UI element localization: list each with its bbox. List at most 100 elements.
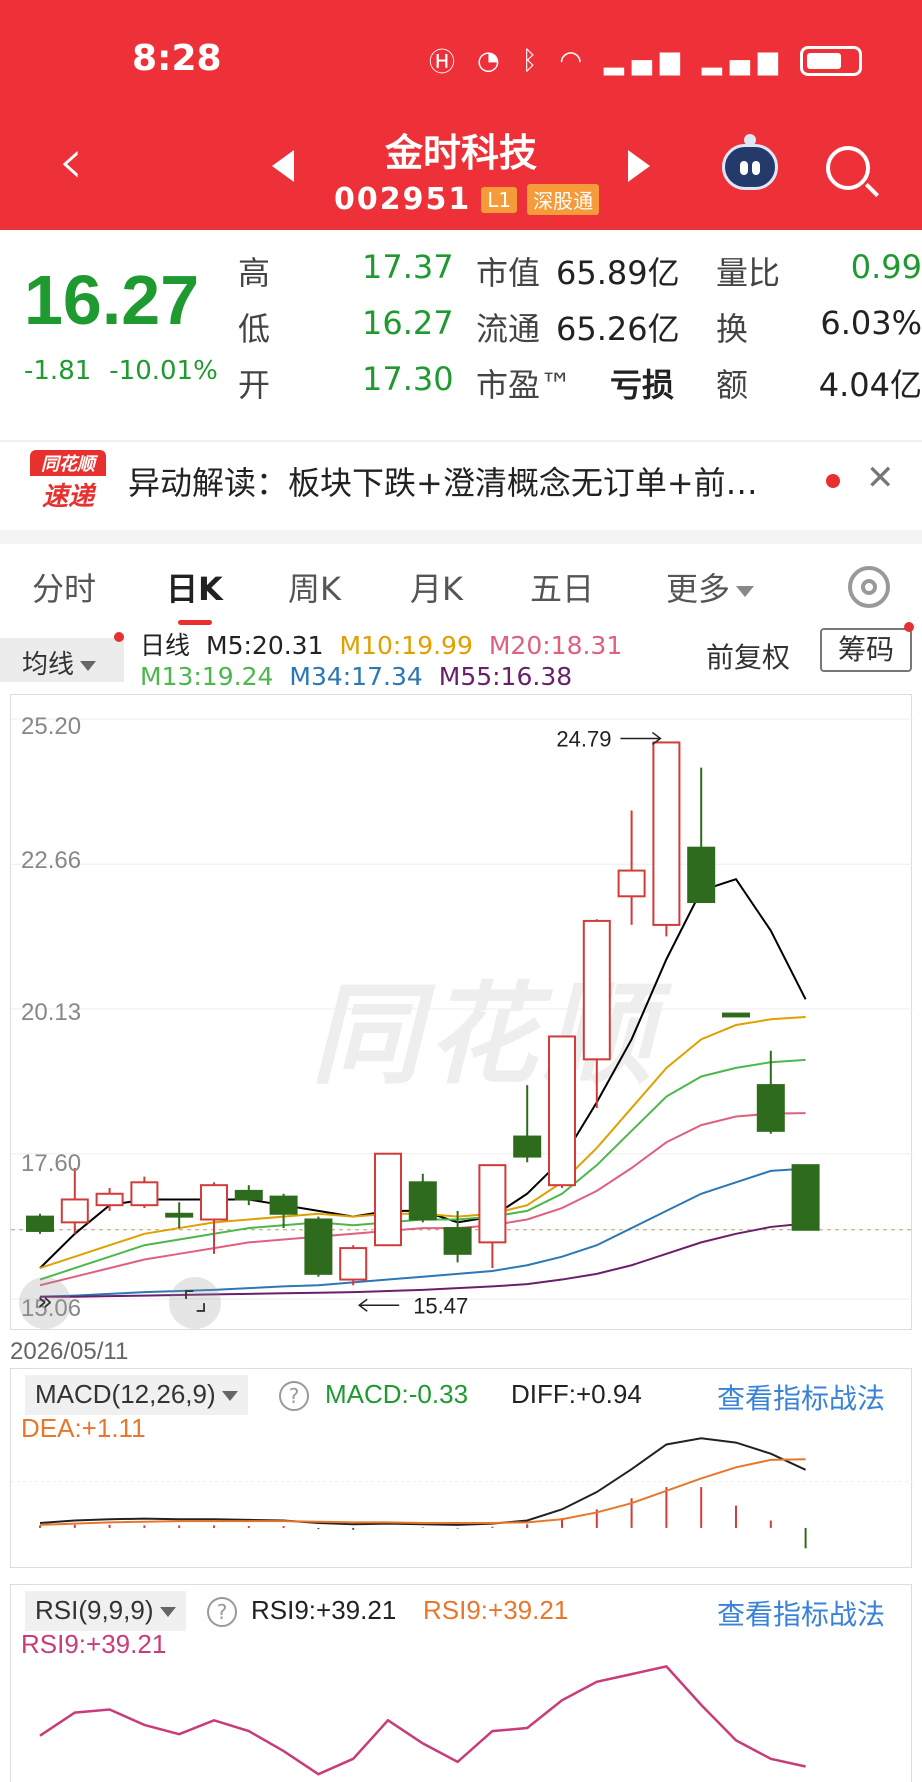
stock-subtitle: 002951 L1 深股通 — [334, 182, 600, 217]
candle-down — [791, 1164, 820, 1231]
macd-value: MACD:-0.33 — [325, 1379, 469, 1409]
candle-up — [582, 919, 611, 1061]
ma-line-m10 — [39, 1016, 806, 1270]
rsi-name: RSI(9,9,9) — [35, 1595, 154, 1625]
tab-daily-k[interactable]: 日K — [166, 564, 223, 610]
next-stock-button[interactable] — [628, 150, 650, 182]
amount-label: 额 — [716, 366, 749, 404]
ma-legend-row: 日线 M5:20.31 M10:19.99 M20:18.31 — [140, 626, 638, 662]
candle-up — [374, 1152, 402, 1247]
search-icon[interactable] — [826, 146, 870, 190]
news-logo-bottom: 速递 — [41, 482, 94, 512]
tab-five-day[interactable]: 五日 — [530, 564, 594, 610]
rsi-selector[interactable]: RSI(9,9,9) — [25, 1591, 186, 1631]
y-tick: 22.66 — [21, 847, 82, 874]
adjust-toggle[interactable]: 前复权 — [706, 636, 790, 676]
candle-up — [95, 1192, 124, 1207]
settings-icon[interactable] — [848, 566, 890, 608]
app-header: 8:28 Ⓗ ◔ ᛒ ◠ ▂▄▆ ▂▄▆ ‹ 金时科技 002951 L1 深股… — [0, 0, 922, 230]
tab-intraday[interactable]: 分时 — [32, 564, 96, 610]
high-value: 17.37 — [362, 248, 454, 286]
tab-more-label: 更多 — [666, 570, 731, 608]
y-tick: 20.13 — [21, 999, 82, 1026]
notify-dot — [904, 622, 914, 632]
help-icon[interactable]: ? — [279, 1381, 309, 1411]
float-value: 65.26亿 — [556, 310, 680, 348]
tab-weekly-k[interactable]: 周K — [288, 564, 341, 610]
chip-button[interactable]: 筹码 — [820, 628, 912, 672]
mcap-value: 65.89亿 — [556, 254, 680, 292]
ma55-value: M55:16.38 — [438, 662, 573, 691]
rsi-panel[interactable]: RSI(9,9,9) ? RSI9:+39.21 RSI9:+39.21 RSI… — [10, 1584, 912, 1782]
news-banner[interactable]: 同花顺 速递 异动解读：板块下跌+澄清概念无订单+前… ✕ — [0, 440, 922, 520]
ma20-value: M20:18.31 — [488, 631, 623, 660]
news-logo-top: 同花顺 — [30, 450, 106, 476]
candle-up — [130, 1181, 159, 1207]
y-tick: 17.60 — [21, 1150, 82, 1177]
change-percent: -10.01% — [109, 356, 218, 386]
news-logo: 同花顺 速递 — [30, 450, 106, 512]
quote-row: 高 17.37 市值 65.89亿 量比 0.99 — [238, 248, 922, 304]
fullscreen-button[interactable]: ⌜⌟ — [169, 1277, 221, 1329]
active-tab-indicator — [178, 620, 212, 625]
tab-more[interactable]: 更多 — [666, 564, 755, 610]
quote-grid[interactable]: 高 17.37 市值 65.89亿 量比 0.99 低 16.27 流通 65.… — [238, 248, 922, 416]
stock-name: 金时科技 — [384, 131, 537, 175]
macd-selector[interactable]: MACD(12,26,9) — [25, 1375, 248, 1415]
chart-date: 2026/05/11 — [10, 1338, 129, 1365]
notify-dot — [114, 632, 124, 642]
connect-tag: 深股通 — [527, 184, 600, 215]
quote-panel: 16.27 -1.81 -10.01% 高 17.37 市值 65.89亿 量比 … — [0, 232, 922, 432]
robot-assistant-icon[interactable] — [722, 144, 778, 190]
ma13-value: M13:19.24 — [140, 662, 274, 691]
ma-selector-button[interactable]: 均线 — [0, 638, 124, 682]
candle-down — [304, 1218, 333, 1275]
status-icons: Ⓗ ◔ ᛒ ◠ ▂▄▆ ▂▄▆ — [429, 42, 862, 79]
chevron-down-icon — [221, 1391, 238, 1402]
close-icon[interactable]: ✕ — [866, 458, 895, 498]
turnover-label: 换 — [716, 310, 749, 348]
y-tick: 25.20 — [21, 713, 82, 740]
candle-up — [60, 1198, 89, 1224]
macd-strategy-link[interactable]: 查看指标战法 — [717, 1377, 885, 1417]
candle-down — [443, 1227, 472, 1255]
help-icon[interactable]: ? — [207, 1597, 237, 1627]
candle-down — [756, 1084, 785, 1132]
level-tag: L1 — [481, 186, 518, 213]
bluetooth-icon: ᛒ — [521, 45, 546, 76]
4g-signal-icon: ▂▄▆ — [702, 45, 786, 76]
rsi-strategy-link[interactable]: 查看指标战法 — [717, 1593, 885, 1633]
quote-row: 开 17.30 市盈™ 亏损 额 4.04亿 — [238, 360, 922, 416]
candle-up — [652, 741, 681, 926]
candle-down — [234, 1189, 263, 1201]
candle-up — [617, 869, 646, 898]
candle-up — [548, 1035, 576, 1187]
news-text[interactable]: 异动解读：板块下跌+澄清概念无订单+前… — [128, 458, 758, 504]
kline-chart[interactable]: 同花顺 24.79 15.47 25.20 22.66 20.13 17.60 1… — [10, 694, 913, 1330]
daily-label: 日线 — [140, 631, 191, 660]
ma-selector-label: 均线 — [22, 650, 75, 680]
candle-down — [408, 1181, 437, 1221]
open-value: 17.30 — [362, 360, 454, 398]
tab-monthly-k[interactable]: 月K — [410, 564, 463, 610]
period-tabs: 分时 日K 周K 月K 五日 更多 — [0, 530, 922, 625]
speed-icon: ◔ — [477, 45, 508, 76]
turnover-value: 6.03% — [820, 304, 922, 342]
candle-down — [513, 1135, 542, 1158]
low-value: 16.27 — [362, 304, 454, 342]
unread-dot — [826, 474, 840, 488]
ma-line-m55 — [40, 1222, 806, 1298]
wifi-icon: ◠ — [559, 45, 590, 76]
ma5-value: M5:20.31 — [206, 631, 324, 660]
price-change: -1.81 -10.01% — [24, 356, 218, 386]
vol-ratio-label: 量比 — [716, 254, 781, 292]
candle-down — [722, 1012, 750, 1018]
rsi2-value: RSI9:+39.21 — [423, 1595, 569, 1625]
dea-value: DEA:+1.11 — [21, 1413, 146, 1443]
expand-button[interactable]: » — [19, 1277, 71, 1329]
candle-up — [339, 1247, 368, 1281]
candle-down — [165, 1212, 194, 1218]
candle-down — [26, 1215, 54, 1232]
kline-svg: 24.79 15.47 — [11, 718, 913, 1318]
macd-panel[interactable]: MACD(12,26,9) ? MACD:-0.33 DIFF:+0.94 DE… — [10, 1368, 913, 1568]
